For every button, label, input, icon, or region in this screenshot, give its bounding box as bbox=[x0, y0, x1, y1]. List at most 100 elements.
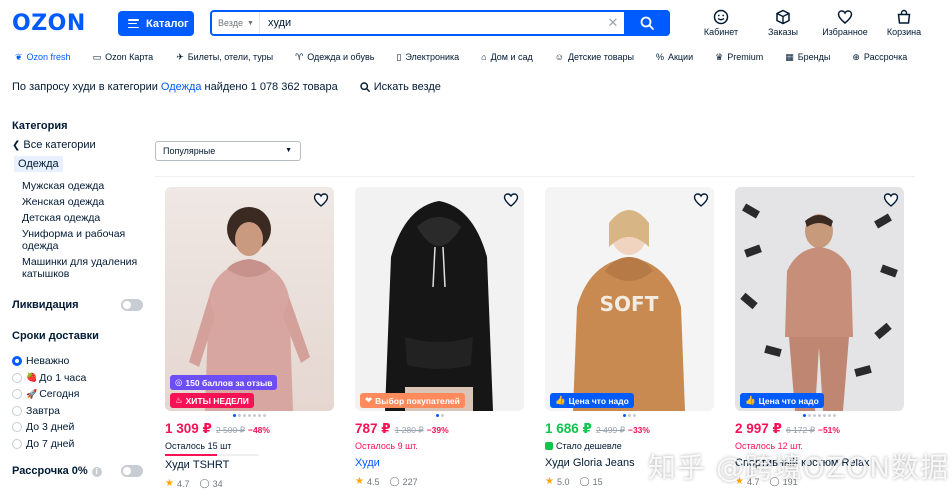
image-pager bbox=[355, 414, 524, 417]
product-price: 1 309 ₽ bbox=[165, 421, 212, 436]
nav-item-premium[interactable]: ♛ Premium bbox=[715, 52, 763, 63]
svg-text:SOFT: SOFT bbox=[600, 292, 659, 316]
comment-icon: ◯ bbox=[389, 476, 400, 486]
thumbs-up-icon: 👍 bbox=[745, 395, 756, 405]
nav-item-ozon-fresh[interactable]: ❦ Ozon fresh bbox=[15, 52, 71, 63]
favorite-heart-icon[interactable] bbox=[313, 192, 329, 208]
product-badge: ♨ ХИТЫ НЕДЕЛИ bbox=[170, 393, 254, 408]
thumbs-up-icon: 👍 bbox=[555, 395, 566, 405]
star-badge-icon: ◎ bbox=[175, 377, 183, 387]
category-filter-title: Категория bbox=[12, 120, 68, 132]
old-price: 2 500 ₽ bbox=[215, 425, 245, 435]
product-badge: 👍 Цена что надо bbox=[550, 393, 634, 408]
nav-label: Билеты, отели, туры bbox=[187, 52, 274, 62]
product-image[interactable]: 👍 Цена что надо bbox=[735, 187, 904, 411]
image-pager bbox=[545, 414, 714, 417]
home-icon: ⌂ bbox=[481, 52, 487, 62]
product-card[interactable]: ◎ 150 баллов за отзыв ♨ ХИТЫ НЕДЕЛИ 1 309 … bbox=[165, 187, 334, 489]
image-pager bbox=[165, 414, 334, 417]
watermark: 知乎 @跨境OZON数据 bbox=[648, 451, 950, 484]
subcategory-item[interactable]: Униформа и рабочая одежда bbox=[22, 228, 144, 252]
product-card[interactable]: 👍 Цена что надо 2 997 ₽ 6 172 ₽ −51% Оста… bbox=[735, 187, 904, 487]
radio-selected-icon bbox=[12, 356, 22, 367]
badge-label: Цена что надо bbox=[758, 395, 819, 406]
stock-bar-fill bbox=[165, 454, 217, 456]
price-row: 2 997 ₽ 6 172 ₽ −51% bbox=[735, 421, 904, 437]
rocket-icon: 🚀 bbox=[26, 388, 38, 399]
delivery-option[interactable]: 🚀 Сегодня bbox=[12, 386, 86, 403]
product-image[interactable]: SOFT 👍 Цена что надо bbox=[545, 187, 714, 411]
favorites-button[interactable]: Избранное bbox=[814, 9, 876, 37]
nav-item-kids[interactable]: ☺ Детские товары bbox=[555, 52, 634, 62]
product-image[interactable]: ◎ 150 баллов за отзыв ♨ ХИТЫ НЕДЕЛИ bbox=[165, 187, 334, 411]
product-card[interactable]: SOFT 👍 Цена что надо 1 686 ₽ 2 499 ₽ −33%… bbox=[545, 187, 714, 487]
nav-item-electronics[interactable]: ▯ Электроника bbox=[396, 52, 459, 63]
product-image[interactable]: ❤ Выбор покупателей bbox=[355, 187, 524, 411]
search-scope-select[interactable]: Везде ▼ bbox=[212, 12, 260, 34]
subcategory-item[interactable]: Детская одежда bbox=[22, 212, 144, 224]
subcategory-item[interactable]: Мужская одежда bbox=[22, 180, 144, 192]
chevron-left-icon: ❮ bbox=[12, 139, 21, 151]
review-count[interactable]: 227 bbox=[403, 477, 418, 487]
nav-item-brands[interactable]: ▦ Бренды bbox=[785, 52, 830, 63]
all-categories-link[interactable]: ❮ Все категории bbox=[12, 139, 144, 151]
cabinet-button[interactable]: Кабинет bbox=[690, 9, 752, 37]
installment-toggle[interactable] bbox=[121, 465, 143, 477]
orders-button[interactable]: Заказы bbox=[752, 9, 814, 37]
clear-icon[interactable]: ✕ bbox=[602, 15, 624, 31]
nav-item-ozon-card[interactable]: ▭ Ozon Карта bbox=[93, 52, 154, 63]
nav-item-tickets[interactable]: ✈ Билеты, отели, туры bbox=[176, 52, 273, 63]
nav-label: Рассрочка bbox=[863, 52, 908, 62]
nav-item-sales[interactable]: % Акции bbox=[656, 52, 693, 62]
delivery-option[interactable]: 🍓 До 1 часа bbox=[12, 370, 86, 387]
box-icon bbox=[776, 9, 790, 25]
favorite-heart-icon[interactable] bbox=[503, 192, 519, 208]
product-name[interactable]: Худи bbox=[355, 457, 524, 469]
info-icon[interactable]: i bbox=[91, 467, 102, 477]
product-name[interactable]: Худи TSHRT bbox=[165, 459, 334, 471]
subcategory-item[interactable]: Машинки для удаления катышков bbox=[22, 256, 144, 280]
favorite-heart-icon[interactable] bbox=[883, 192, 899, 208]
nav-item-clothes[interactable]: ♈ Одежда и обувь bbox=[295, 52, 374, 63]
delivery-option[interactable]: Завтра bbox=[12, 403, 86, 420]
search-bar: Везде ▼ ✕ bbox=[210, 10, 670, 36]
search-all-link[interactable]: Искать везде bbox=[360, 81, 441, 93]
current-category[interactable]: Одежда bbox=[14, 156, 63, 172]
review-count[interactable]: 15 bbox=[593, 477, 603, 487]
sort-select[interactable]: Популярные ▼ bbox=[155, 141, 301, 161]
favorite-heart-icon[interactable] bbox=[693, 192, 709, 208]
strawberry-icon: 🍓 bbox=[26, 372, 38, 383]
discount: −48% bbox=[247, 425, 270, 435]
delivery-option[interactable]: До 3 дней bbox=[12, 419, 86, 436]
product-card[interactable]: ❤ Выбор покупателей 787 ₽ 1 280 ₽ −39% Ос… bbox=[355, 187, 524, 487]
badge-label: Цена что надо bbox=[568, 395, 629, 406]
discount: −51% bbox=[817, 425, 840, 435]
review-count[interactable]: 34 bbox=[213, 479, 223, 489]
query-prefix: По запросу худи в категории bbox=[12, 81, 158, 93]
subcategory-item[interactable]: Женская одежда bbox=[22, 196, 144, 208]
delivery-option[interactable]: До 7 дней bbox=[12, 436, 86, 453]
nav-item-installment[interactable]: ⊕ Рассрочка bbox=[852, 52, 907, 63]
crown-icon: ♛ bbox=[715, 51, 724, 62]
price-row: 1 309 ₽ 2 500 ₽ −48% bbox=[165, 421, 334, 437]
card-icon: ▭ bbox=[92, 51, 102, 62]
nav-label: Ozon fresh bbox=[26, 52, 71, 62]
liquidation-toggle[interactable] bbox=[121, 299, 143, 311]
installment-label: Рассрочка 0% bbox=[12, 465, 88, 477]
cart-button[interactable]: Корзина bbox=[876, 9, 932, 37]
bag-icon bbox=[897, 9, 911, 24]
header: OZON Каталог Везде ▼ ✕ Кабинет Заказы Из… bbox=[0, 0, 952, 46]
stock-bar bbox=[165, 454, 259, 456]
chevron-down-icon: ▼ bbox=[247, 19, 254, 27]
search-input[interactable] bbox=[260, 17, 602, 29]
price-drop-label: Стало дешевле bbox=[556, 441, 622, 451]
product-price: 2 997 ₽ bbox=[735, 421, 782, 436]
search-button[interactable] bbox=[624, 10, 670, 36]
radio-icon bbox=[12, 372, 22, 383]
ozon-logo[interactable]: OZON bbox=[12, 11, 86, 36]
liquidation-label: Ликвидация bbox=[12, 299, 79, 311]
query-category-link[interactable]: Одежда bbox=[161, 81, 202, 93]
nav-item-home[interactable]: ⌂ Дом и сад bbox=[481, 52, 533, 62]
delivery-option[interactable]: Неважно bbox=[12, 353, 86, 370]
catalog-button[interactable]: Каталог bbox=[118, 11, 194, 36]
